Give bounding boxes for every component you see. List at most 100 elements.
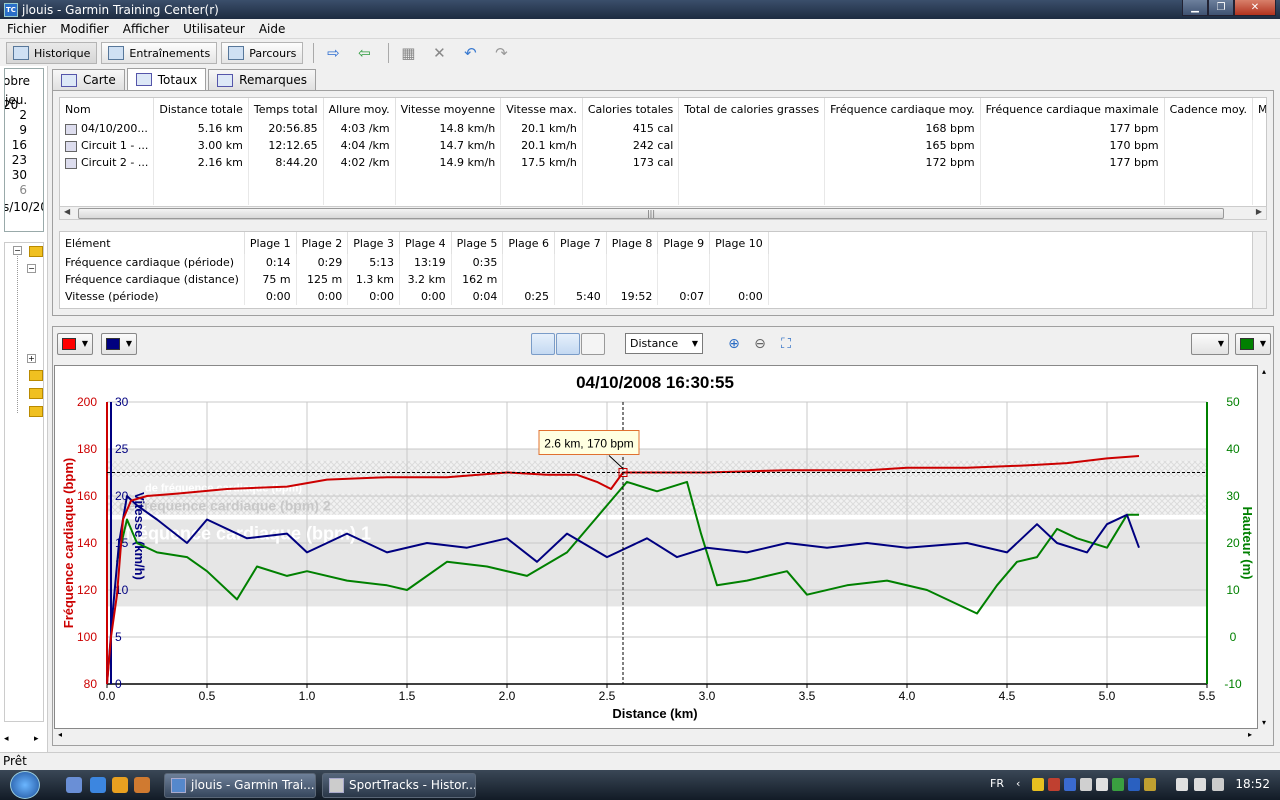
tray-icon[interactable] [1032, 778, 1044, 791]
tray-icon[interactable] [1096, 778, 1108, 791]
tree-collapse-icon[interactable]: − [27, 264, 36, 273]
crosshair-toggle[interactable] [531, 333, 555, 355]
internet-explorer-icon[interactable] [90, 777, 106, 793]
export-icon[interactable]: ▦ [395, 42, 421, 64]
chart-horizontal-scrollbar[interactable]: ◂ ▸ [54, 729, 1272, 743]
menu-modifier[interactable]: Modifier [53, 22, 116, 36]
column-header[interactable]: Plage 10 [709, 232, 769, 254]
table-row[interactable]: Fréquence cardiaque (distance) 75 m 125 m1… [60, 271, 769, 288]
column-header[interactable]: Elément [60, 232, 245, 254]
table-row[interactable]: Vitesse (période) 0:00 0:00 0:00 0:00 0:04 0:2… [60, 288, 769, 305]
tree-expand-icon[interactable]: + [27, 354, 36, 363]
quicklaunch-icon[interactable] [134, 777, 150, 793]
calendar-day[interactable]: 30 [5, 168, 43, 183]
table-row[interactable]: Circuit 1 - ... 3.00 km 12:12.65 4:04 /km 14… [60, 137, 1266, 154]
language-indicator[interactable]: FR [990, 777, 1004, 790]
menu-fichier[interactable]: Fichier [0, 22, 53, 36]
scroll-left-icon[interactable]: ◀ [64, 207, 70, 216]
table-row[interactable]: Fréquence cardiaque (période) 0:14 0:29 5:1… [60, 254, 769, 271]
folder-icon[interactable] [29, 388, 43, 399]
column-header[interactable]: Allure moy. [323, 98, 396, 120]
column-header[interactable]: Plage 5 [451, 232, 504, 254]
zoom-in-icon[interactable]: ⊕ [725, 335, 743, 353]
column-header[interactable]: Temps total [248, 98, 324, 120]
volume-icon[interactable] [1194, 778, 1206, 791]
column-header[interactable]: Plage 3 [347, 232, 400, 254]
tray-icon[interactable] [1128, 778, 1140, 791]
tree-collapse-icon[interactable]: − [13, 246, 22, 255]
column-header[interactable]: Plage 9 [657, 232, 711, 254]
power-icon[interactable] [1212, 778, 1224, 791]
receive-from-device-icon[interactable]: ⇦ [351, 42, 377, 64]
zones-vertical-scrollbar[interactable] [1252, 232, 1266, 308]
zoom-out-icon[interactable]: ⊖ [751, 335, 769, 353]
show-desktop-icon[interactable] [66, 777, 82, 793]
tab-carte[interactable]: Carte [52, 69, 125, 90]
column-header[interactable]: Cadence moy. [1164, 98, 1254, 120]
calendar-day[interactable]: 16 [5, 138, 43, 153]
right-axis-picker[interactable]: ▼ [1191, 333, 1229, 355]
folder-icon[interactable] [29, 246, 43, 257]
left-scroll-left-icon[interactable]: ◂ [4, 734, 9, 744]
left-scroll-right-icon[interactable]: ▸ [34, 734, 39, 744]
minimize-button[interactable]: ▁ [1182, 0, 1208, 16]
folder-icon[interactable] [29, 406, 43, 417]
scroll-down-icon[interactable]: ▾ [1262, 718, 1266, 727]
clock[interactable]: 18:52 [1235, 777, 1270, 791]
calendar-day[interactable]: 23 [5, 153, 43, 168]
smooth-toggle[interactable] [581, 333, 605, 355]
column-header[interactable]: Calories totales [582, 98, 680, 120]
column-header[interactable]: Plage 8 [606, 232, 659, 254]
scroll-left-icon[interactable]: ◂ [58, 730, 62, 739]
maximize-button[interactable]: ❐ [1208, 0, 1234, 16]
column-header[interactable]: Plage 1 [244, 232, 297, 254]
zones-toggle[interactable] [556, 333, 580, 355]
chart-vertical-scrollbar[interactable]: ▴ ▾ [1259, 365, 1273, 729]
column-header[interactable]: Total de calories grasses [678, 98, 826, 120]
menu-aide[interactable]: Aide [252, 22, 293, 36]
tray-icon[interactable] [1144, 778, 1156, 791]
column-header[interactable]: Distance totale [153, 98, 249, 120]
tray-icon[interactable] [1048, 778, 1060, 791]
scroll-up-icon[interactable]: ▴ [1262, 367, 1266, 376]
history-tree[interactable]: − − + [4, 242, 44, 722]
column-header[interactable]: Vitesse max. [500, 98, 583, 120]
menu-afficher[interactable]: Afficher [116, 22, 176, 36]
column-header[interactable]: Plage 2 [296, 232, 349, 254]
tab-totaux[interactable]: Totaux [126, 68, 207, 90]
calendar-day[interactable]: 6 [5, 183, 43, 198]
chart-area[interactable]: de fréquence cardiaque (bpm) de fréquence… [54, 365, 1258, 729]
column-header[interactable]: Montée totale [1252, 98, 1266, 120]
calendar[interactable]: obre 20 jeu. 2 9 16 23 30 6 s/10/20 [4, 68, 44, 232]
column-header[interactable]: Plage 6 [502, 232, 556, 254]
start-button[interactable] [10, 771, 40, 799]
table-row[interactable]: Circuit 2 - ... 2.16 km 8:44.20 4:02 /km 14.… [60, 154, 1266, 171]
undo-icon[interactable]: ↶ [457, 42, 483, 64]
column-header[interactable]: Fréquence cardiaque maximale [980, 98, 1165, 120]
folder-icon[interactable] [29, 370, 43, 381]
delete-icon[interactable]: ✕ [426, 42, 452, 64]
speed-color-picker[interactable]: ▼ [101, 333, 137, 355]
entrainements-button[interactable]: Entraînements [101, 42, 218, 64]
calendar-day[interactable]: 9 [5, 123, 43, 138]
column-header[interactable]: Fréquence cardiaque moy. [824, 98, 981, 120]
hr-color-picker[interactable]: ▼ [57, 333, 93, 355]
table-row[interactable]: 04/10/200... 5.16 km 20:56.85 4:03 /km 14.8 … [60, 120, 1266, 137]
elevation-color-picker[interactable]: ▼ [1235, 333, 1271, 355]
scroll-right-icon[interactable]: ▸ [1248, 730, 1252, 739]
chart-svg[interactable]: de fréquence cardiaque (bpm)de fréquence… [55, 366, 1257, 728]
taskbar-garmin[interactable]: jlouis - Garmin Trai... [164, 773, 316, 798]
media-player-icon[interactable] [112, 777, 128, 793]
column-header[interactable]: Nom [60, 98, 155, 120]
tab-remarques[interactable]: Remarques [208, 69, 316, 90]
historique-button[interactable]: Historique [6, 42, 98, 64]
taskbar-sporttracks[interactable]: SportTracks - Histor... [322, 773, 476, 798]
totals-horizontal-scrollbar[interactable]: ◀ ||| ▶ [59, 206, 1267, 220]
column-header[interactable]: Plage 4 [399, 232, 452, 254]
parcours-button[interactable]: Parcours [221, 42, 304, 64]
column-header[interactable]: Plage 7 [554, 232, 607, 254]
send-to-device-icon[interactable]: ⇨ [320, 42, 346, 64]
scrollbar-thumb[interactable]: ||| [78, 208, 1224, 219]
column-header[interactable]: Vitesse moyenne [395, 98, 502, 120]
tray-expand-icon[interactable]: ‹ [1016, 777, 1020, 790]
